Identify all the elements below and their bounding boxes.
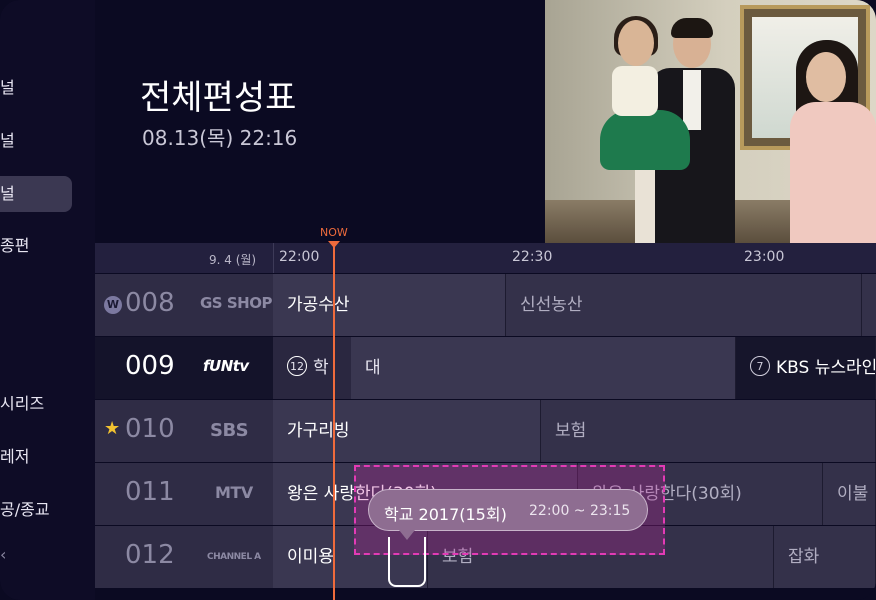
sidebar-item-jongpyeon[interactable]: 종편 (0, 228, 29, 264)
program-cell[interactable]: 이불 (823, 463, 876, 525)
w-badge-icon: W (104, 296, 122, 314)
program-cell[interactable]: 보험 (541, 400, 876, 462)
program-cell[interactable]: 7 KBS 뉴스라인 (736, 337, 876, 399)
program-cell[interactable] (862, 274, 876, 336)
channel-cell[interactable]: W 008 GS SHOP (95, 274, 273, 336)
program-tooltip: 학교 2017(15회) 22:00 ~ 23:15 (368, 489, 648, 531)
program-cell[interactable]: 대 (351, 337, 736, 399)
time-tick-2230: 22:30 (512, 249, 553, 265)
program-title: KBS 뉴스라인 (776, 358, 876, 378)
sidebar-item-religion[interactable]: 공/종교 (0, 492, 50, 528)
channel-logo-funtv: fUNtv (203, 357, 249, 375)
channel-number: 012 (125, 540, 175, 570)
channel-cell[interactable]: 012 CHANNEL A (95, 526, 273, 588)
page-title: 전체편성표 (140, 78, 297, 118)
current-datetime: 08.13(목) 22:16 (142, 126, 298, 150)
favorite-star-icon[interactable]: ★ (104, 418, 120, 439)
time-divider (273, 243, 274, 273)
now-line (333, 243, 335, 600)
header: 전체편성표 08.13(목) 22:16 (95, 0, 545, 243)
channel-cell[interactable]: 011 MTV (95, 463, 273, 525)
channel-cell[interactable]: 009 fUNtv (95, 337, 273, 399)
now-label: NOW (320, 226, 348, 239)
program-cell[interactable]: 신선농산 (506, 274, 862, 336)
channel-logo-channel-a: CHANNEL A (207, 552, 261, 562)
sidebar-item-3-active[interactable]: 널 (0, 176, 72, 212)
channel-logo-sbs: SBS (210, 420, 249, 441)
program-cell[interactable]: 가구리빙 (273, 400, 541, 462)
program-cell[interactable]: 가공수산 (273, 274, 506, 336)
program-cell[interactable]: 잡화 (774, 526, 876, 588)
sidebar-item-leisure[interactable]: 레저 (0, 439, 29, 475)
live-preview-video[interactable] (545, 0, 876, 243)
channel-number: 008 (125, 288, 175, 318)
time-tick-2200: 22:00 (279, 249, 320, 265)
tooltip-title: 학교 2017(15회) (384, 505, 507, 524)
channel-row-008[interactable]: W 008 GS SHOP 가공수산 신선농산 (95, 274, 876, 336)
sidebar: 널 널 널 종편 시리즈 레저 공/종교 ‹ (0, 0, 95, 600)
sidebar-item-1[interactable]: 널 (0, 70, 15, 106)
focus-cursor (388, 537, 426, 587)
channel-cell[interactable]: ★ 010 SBS (95, 400, 273, 462)
channel-row-010[interactable]: ★ 010 SBS 가구리빙 보험 (95, 400, 876, 462)
age-12-icon: 12 (287, 356, 307, 376)
channel-number: 009 (125, 351, 175, 381)
time-tick-2300: 23:00 (744, 249, 785, 265)
channel-row-009-focused[interactable]: 009 fUNtv 12 학 대 7 KBS 뉴스라인 (95, 337, 876, 399)
video-figure-girl (600, 16, 690, 243)
schedule-date: 9. 4 (월) (209, 253, 257, 267)
sidebar-item-series[interactable]: 시리즈 (0, 386, 44, 422)
age-7-icon: 7 (750, 356, 770, 376)
channel-number: 010 (125, 414, 175, 444)
tooltip-time: 22:00 ~ 23:15 (529, 503, 631, 519)
program-title: 학 (313, 358, 329, 378)
video-figure-woman (780, 40, 876, 243)
chevron-left-icon[interactable]: ‹ (0, 545, 6, 564)
time-bar: 9. 4 (월) 22:00 22:30 23:00 (95, 243, 876, 273)
channel-number: 011 (125, 477, 175, 507)
sidebar-item-2[interactable]: 널 (0, 123, 15, 159)
epg-screen: 널 널 널 종편 시리즈 레저 공/종교 ‹ 전체편성표 08.13(목) 22… (0, 0, 876, 600)
channel-logo-gsshop: GS SHOP (200, 294, 272, 312)
channel-logo-mtv: MTV (215, 483, 253, 502)
